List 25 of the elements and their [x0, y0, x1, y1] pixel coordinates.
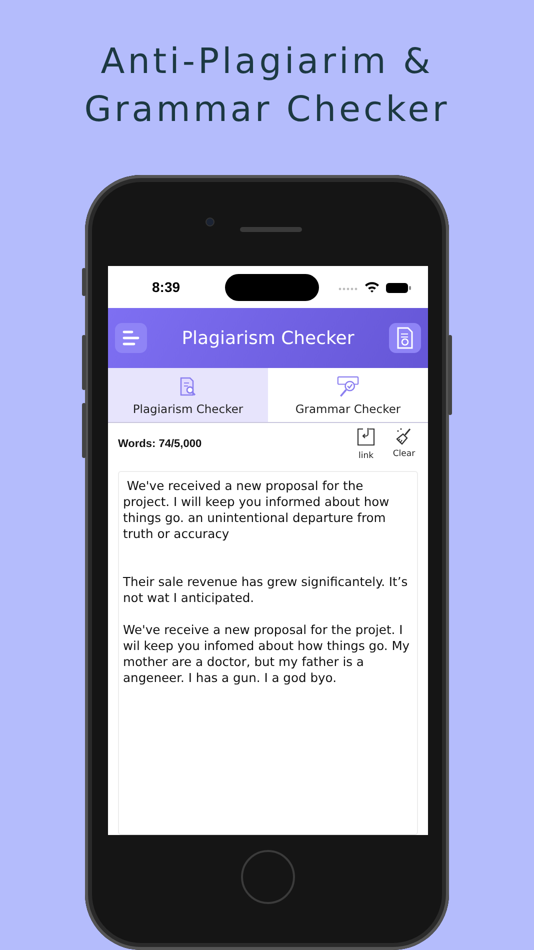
- document-button[interactable]: [389, 323, 421, 353]
- status-time: 8:39: [152, 279, 180, 295]
- speaker-grille: [240, 227, 302, 232]
- wifi-icon: [365, 282, 379, 292]
- text-paragraph: We've receive a new proposal for the projet. I wil keep you infomed about how things go. My mother are a doctor, but my father is a angeneer. I has a gun. I a god byo.: [123, 622, 411, 686]
- document-icon: [396, 327, 414, 349]
- text-field[interactable]: [118, 471, 418, 835]
- tab[interactable]: Plagiarism Checker: [108, 368, 268, 422]
- clear-button[interactable]: Clear: [392, 427, 416, 461]
- import-icon: [356, 427, 376, 447]
- menu-icon: [122, 330, 140, 346]
- magnifier-check-icon: [336, 376, 360, 398]
- headline-text: Anti-Plagiarim &: [100, 41, 434, 84]
- battery-icon: [386, 283, 411, 293]
- header-title: Plagiarism Checker: [182, 328, 354, 348]
- camera-icon: [205, 217, 215, 227]
- link-button[interactable]: link: [354, 427, 378, 461]
- word-count: Words: 74/5,000: [118, 438, 202, 450]
- signal-icon: [338, 288, 358, 290]
- broom-icon: [395, 427, 413, 445]
- menu-button[interactable]: [115, 323, 147, 353]
- text-paragraph: Their sale revenue has grew significantely. It’s not wat I anticipated.: [123, 574, 409, 606]
- document-search-icon: [178, 376, 198, 398]
- headline-text: Grammar Checker: [84, 89, 450, 132]
- text-paragraph: We've received a new proposal for the project. I will keep you informed about how things go. an unintentional departure from truth or accuracy: [123, 478, 390, 542]
